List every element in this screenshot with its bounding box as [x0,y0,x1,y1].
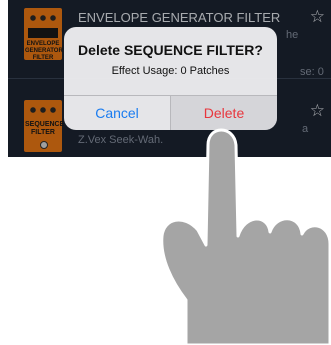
dialog-message: Effect Usage: 0 Patches [111,65,230,77]
delete-button[interactable]: Delete [171,96,277,130]
delete-confirm-dialog: Delete SEQUENCE FILTER? Effect Usage: 0 … [64,27,277,130]
cancel-button[interactable]: Cancel [64,96,170,130]
dialog-title: Delete SEQUENCE FILTER? [78,42,263,58]
